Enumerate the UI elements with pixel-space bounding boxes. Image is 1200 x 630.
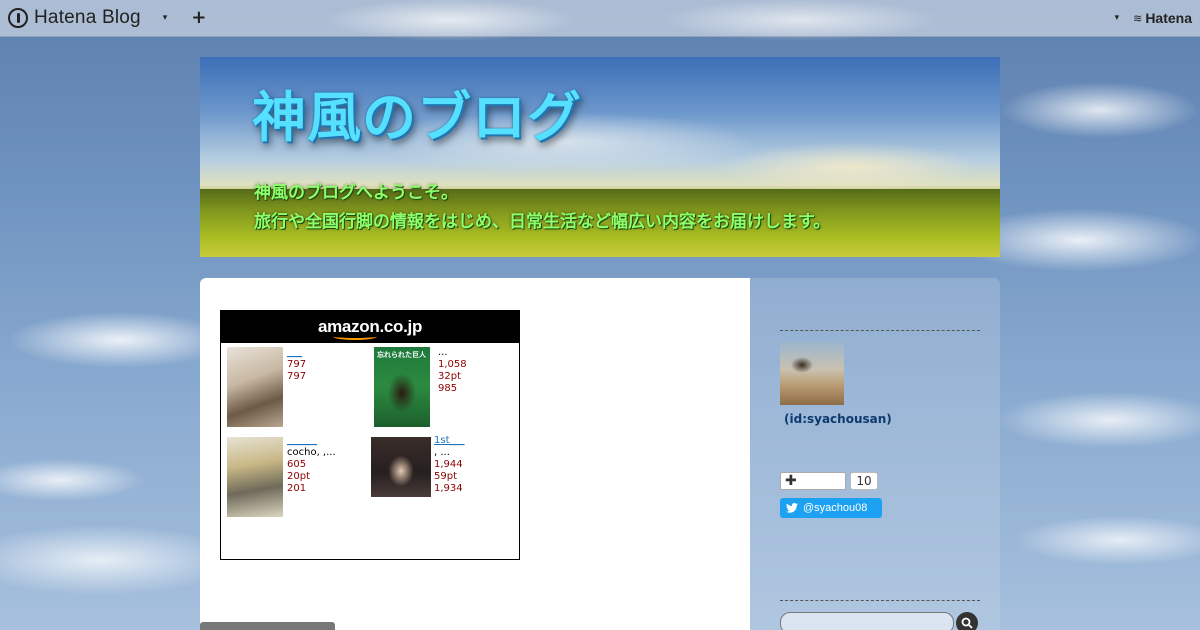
product-info: ___ 797 797 <box>287 347 367 383</box>
hatena-wave-icon: ≋ <box>1133 11 1143 25</box>
product-used-price: 985 <box>438 383 458 394</box>
product-title: cocho, ,... <box>287 447 336 458</box>
amazon-product-item[interactable]: ___ 797 797 <box>227 347 367 429</box>
twitter-follow-button[interactable]: @syachou08 <box>780 498 882 518</box>
product-price: 1,944 <box>434 459 463 470</box>
product-link[interactable]: 1st___ <box>434 435 514 447</box>
amazon-widget: amazon.co.jp ___ 797 797 忘れられた巨人 ... 1,0… <box>220 310 520 560</box>
product-info: ... 1,058 32pt 985 <box>438 347 518 395</box>
product-link[interactable]: ______ <box>287 435 367 447</box>
twitter-bird-icon <box>786 503 798 513</box>
account-menu-chevron-down-icon[interactable]: ▾ <box>1115 13 1120 23</box>
product-cover-image[interactable] <box>227 437 283 517</box>
product-price: 797 <box>287 359 307 370</box>
product-points: 59pt <box>434 471 457 482</box>
product-cover-image[interactable] <box>371 437 431 497</box>
amazon-product-item[interactable]: 忘れられた巨人 ... 1,058 32pt 985 <box>374 347 514 429</box>
bottom-tab[interactable] <box>200 622 335 630</box>
product-info: 1st___ , ... 1,944 59pt 1,934 <box>434 435 514 495</box>
brand-text: Hatena Blog <box>34 7 141 28</box>
blog-description-line1: 神風のブログへようこそ。 <box>254 183 458 203</box>
new-post-plus-icon[interactable]: + <box>191 9 206 27</box>
plus-icon: ✚ <box>785 473 797 489</box>
topbar-right: ▾ ≋ Hatena <box>1115 10 1192 26</box>
product-used-price: 1,934 <box>434 483 463 494</box>
product-title: ... <box>438 347 448 358</box>
hatena-bookmark-button[interactable]: ✚ <box>780 472 846 490</box>
sidebar-divider <box>780 600 980 601</box>
product-price: 1,058 <box>438 359 467 370</box>
profile-id-link[interactable]: (id:syachousan) <box>784 412 892 426</box>
blog-description: 神風のブログへようこそ。 旅行や全国行脚の情報をはじめ、日常生活など幅広い内容を… <box>254 179 830 237</box>
bookmark-count: 10 <box>850 472 878 490</box>
amazon-product-item[interactable]: ______ cocho, ,... 605 20pt 201 <box>227 435 367 517</box>
main-content: amazon.co.jp ___ 797 797 忘れられた巨人 ... 1,0… <box>200 278 750 630</box>
product-cover-image[interactable]: 忘れられた巨人 <box>374 347 430 427</box>
sidebar-divider <box>780 330 980 331</box>
amazon-widget-header: amazon.co.jp <box>221 311 519 343</box>
hatena-blog-brand[interactable]: Hatena Blog <box>8 7 141 29</box>
search-icon <box>961 617 973 629</box>
hatena-blog-logo-icon <box>8 8 28 28</box>
search-button[interactable] <box>956 612 978 630</box>
product-cover-image[interactable] <box>227 347 283 427</box>
product-used-price: 201 <box>287 483 307 494</box>
amazon-smile-icon <box>333 333 377 340</box>
hatena-logo[interactable]: Hatena <box>1145 10 1192 26</box>
twitter-handle: @syachou08 <box>803 502 868 514</box>
product-points: 20pt <box>287 471 310 482</box>
cover-title: 忘れられた巨人 <box>377 351 426 359</box>
product-title: , ... <box>434 447 450 458</box>
hatena-top-bar: Hatena Blog ▾ + ▾ ≋ Hatena <box>0 0 1200 37</box>
blog-description-line2: 旅行や全国行脚の情報をはじめ、日常生活など幅広い内容をお届けします。 <box>254 212 831 232</box>
amazon-product-item[interactable]: 1st___ , ... 1,944 59pt 1,934 <box>371 435 511 517</box>
product-price: 605 <box>287 459 307 470</box>
blog-header-banner: 神風のブログ 神風のブログへようこそ。 旅行や全国行脚の情報をはじめ、日常生活な… <box>200 57 1000 257</box>
product-link[interactable]: ___ <box>287 347 367 359</box>
search-input[interactable] <box>780 612 954 630</box>
sidebar: (id:syachousan) ✚ 10 @syachou08 <box>750 278 1000 630</box>
product-price: 797 <box>287 371 307 382</box>
profile-avatar[interactable] <box>780 341 844 405</box>
blog-menu-chevron-down-icon[interactable]: ▾ <box>163 13 168 23</box>
blog-title[interactable]: 神風のブログ <box>252 73 582 152</box>
product-info: ______ cocho, ,... 605 20pt 201 <box>287 435 367 495</box>
product-points: 32pt <box>438 371 461 382</box>
